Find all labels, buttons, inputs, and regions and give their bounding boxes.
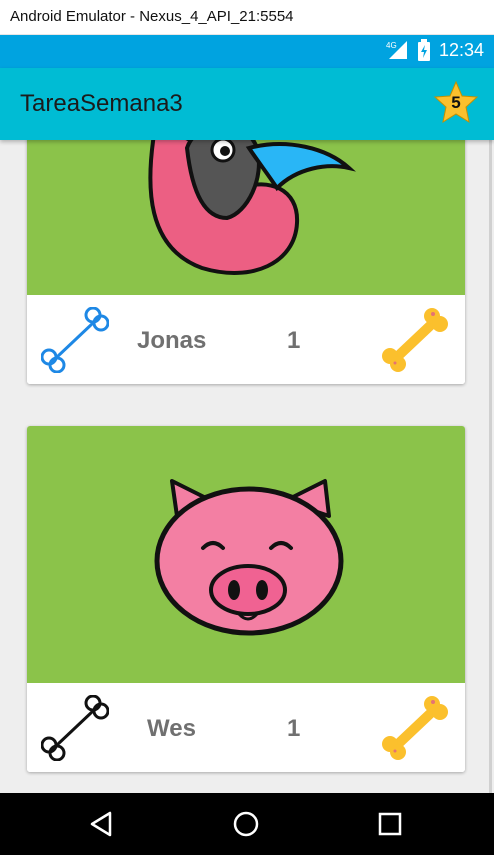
- network-label: 4G: [386, 41, 397, 50]
- status-bar: 4G 12:34: [0, 35, 494, 68]
- status-icons: 4G 12:34: [385, 39, 484, 61]
- rating-bone-icon: [382, 308, 448, 372]
- status-time: 12:34: [438, 39, 484, 60]
- favorites-button[interactable]: 5: [433, 80, 479, 126]
- emulator-title-bar: Android Emulator - Nexus_4_API_21:5554: [0, 0, 494, 35]
- back-icon[interactable]: [88, 810, 116, 838]
- like-bone-button[interactable]: [41, 307, 109, 373]
- pet-name: Jonas: [137, 327, 207, 354]
- pet-card: Jonas 1: [27, 140, 465, 384]
- navigation-bar: [0, 793, 494, 855]
- favorites-count: 5: [451, 93, 461, 112]
- scrollbar[interactable]: [489, 140, 492, 793]
- app-title: TareaSemana3: [20, 90, 183, 117]
- pet-card-footer: Wes 1: [27, 683, 465, 772]
- app-bar: TareaSemana3: [0, 68, 494, 140]
- pet-image-bird: [27, 140, 465, 295]
- like-bone-button[interactable]: [41, 695, 109, 761]
- bone-outline-icon: [41, 307, 109, 373]
- pet-name: Wes: [147, 715, 196, 742]
- emulator-title: Android Emulator - Nexus_4_API_21:5554: [10, 8, 294, 25]
- pet-card-footer: Jonas 1: [27, 295, 465, 384]
- signal-icon: 4G: [386, 41, 407, 59]
- pet-likes-count: 1: [287, 327, 301, 354]
- battery-icon: [417, 39, 430, 61]
- pet-image-pig: [27, 426, 465, 683]
- pet-list[interactable]: Jonas 1 Wes 1: [0, 140, 494, 793]
- recents-icon[interactable]: [376, 810, 404, 838]
- rating-bone-icon: [382, 696, 448, 760]
- home-icon[interactable]: [232, 810, 260, 838]
- pet-likes-count: 1: [287, 715, 301, 742]
- bird-icon: [148, 140, 356, 275]
- pet-card: Wes 1: [27, 426, 465, 772]
- bone-outline-icon: [41, 695, 109, 761]
- pig-icon: [154, 479, 344, 636]
